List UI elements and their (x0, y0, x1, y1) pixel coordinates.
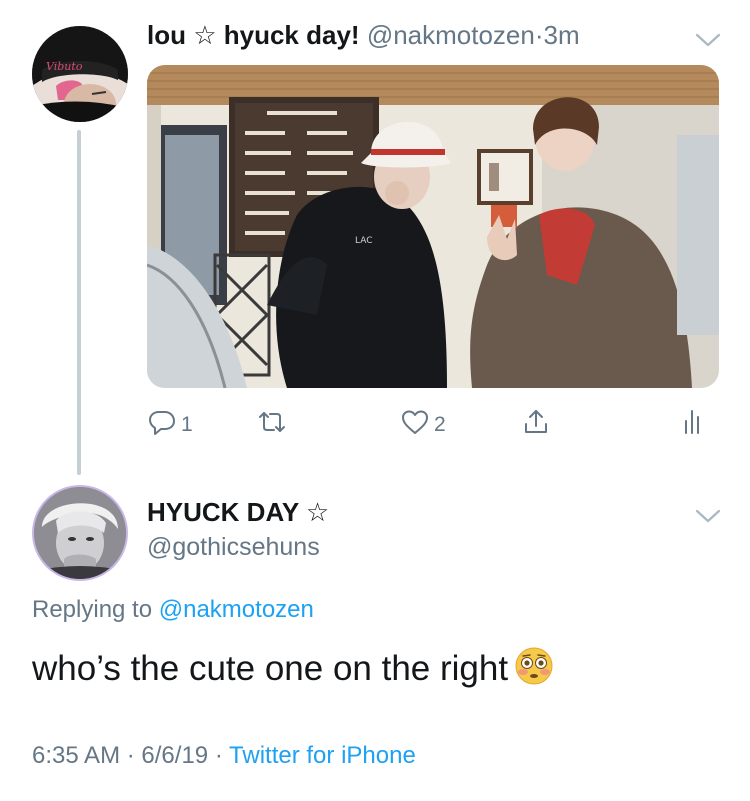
like-icon (400, 407, 430, 443)
svg-text:Vibuto: Vibuto (46, 60, 83, 73)
retweet-icon (257, 407, 287, 443)
footer-dot: · (126, 742, 135, 769)
reply-count: 1 (181, 413, 193, 436)
replying-mention-link[interactable]: @nakmotozen (159, 596, 314, 623)
chevron-down-icon[interactable] (693, 506, 723, 526)
tweet-footer: 6:35 AM · 6/6/19 · Twitter for iPhone (32, 742, 416, 770)
replying-to: Replying to @nakmotozen (32, 596, 314, 624)
reply-button[interactable]: 1 (147, 405, 193, 445)
analytics-icon (677, 407, 707, 443)
tweet-author-avatar[interactable]: Vibuto (32, 26, 128, 122)
tweet-header: lou ☆ hyuck day! @nakmotozen·3m (147, 20, 580, 51)
chevron-down-icon[interactable] (693, 30, 723, 50)
tweet-photo[interactable]: LAC (147, 65, 719, 388)
tweet-actions: 1 2 (147, 405, 719, 445)
reply-author-name[interactable]: HYUCK DAY ☆ (147, 497, 329, 528)
tweet-author-handle[interactable]: @nakmotozen (367, 20, 535, 50)
analytics-button[interactable] (677, 405, 707, 445)
reply-text: who’s the cute one on the right (32, 646, 554, 689)
footer-dot: · (214, 742, 223, 769)
tweet-date[interactable]: 6/6/19 (141, 742, 208, 769)
tweet-source-link[interactable]: Twitter for iPhone (229, 742, 416, 769)
share-icon (521, 407, 551, 443)
reply-icon (147, 407, 177, 443)
retweet-button[interactable] (257, 405, 291, 445)
tweet-time[interactable]: 6:35 AM (32, 742, 120, 769)
share-button[interactable] (521, 405, 551, 445)
meta-separator: · (534, 20, 544, 50)
reply-text-content: who’s the cute one on the right (32, 649, 509, 688)
like-count: 2 (434, 413, 446, 436)
replying-prefix: Replying to (32, 596, 153, 623)
flushed-face-icon (514, 646, 554, 686)
reply-author-avatar[interactable] (32, 485, 128, 581)
thread-connector-line (77, 130, 81, 475)
tweet-author-name[interactable]: lou ☆ hyuck day! (147, 20, 360, 50)
svg-text:LAC: LAC (355, 236, 373, 246)
tweet-age[interactable]: 3m (544, 20, 580, 50)
like-button[interactable]: 2 (400, 405, 446, 445)
reply-author-handle[interactable]: @gothicsehuns (147, 533, 320, 562)
